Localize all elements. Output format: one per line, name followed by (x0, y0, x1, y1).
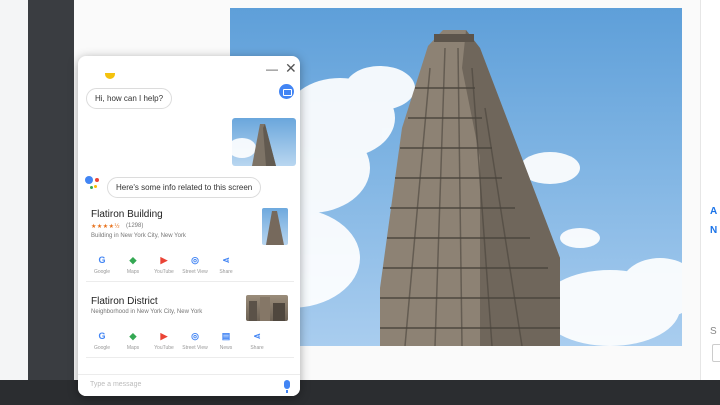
minimize-icon[interactable]: — (266, 62, 278, 76)
street-view-icon: ◎ (191, 255, 199, 265)
action-street-view[interactable]: ◎ Street View (181, 330, 209, 351)
action-youtube[interactable]: ▶ YouTube (150, 254, 178, 275)
maps-icon: ◆ (129, 331, 137, 341)
message-input[interactable]: Type a message (90, 381, 141, 388)
right-column (700, 0, 720, 380)
card-subtitle: Neighborhood in New York City, New York (91, 309, 203, 315)
card-thumbnail (246, 295, 288, 321)
action-maps[interactable]: ◆ Maps (119, 330, 147, 351)
action-google[interactable]: G Google (88, 254, 116, 275)
screenshot-thumbnail[interactable] (232, 118, 296, 166)
card-subtitle: Building in New York City, New York (91, 233, 186, 239)
youtube-icon: ▶ (160, 255, 168, 265)
action-share[interactable]: ⋖ Share (212, 254, 240, 275)
action-maps[interactable]: ◆ Maps (119, 254, 147, 275)
rating-count: (1298) (126, 223, 144, 229)
close-icon[interactable]: ✕ (285, 60, 297, 77)
share-icon: ⋖ (222, 255, 230, 265)
google-icon: G (98, 255, 106, 265)
maps-icon: ◆ (129, 255, 137, 265)
left-frame (0, 0, 28, 405)
side-label-s: S (710, 326, 717, 337)
side-link-a[interactable]: A (710, 206, 717, 217)
action-youtube[interactable]: ▶ YouTube (150, 330, 178, 351)
action-street-view[interactable]: ◎ Street View (181, 254, 209, 275)
message-input-row[interactable]: Type a message (78, 374, 300, 396)
share-icon: ⋖ (253, 331, 261, 341)
assistant-info-bubble: Here's some info related to this screen (107, 177, 262, 198)
thumbnail-building-illustration (232, 124, 276, 166)
action-google[interactable]: G Google (88, 330, 116, 351)
card-thumbnail (262, 208, 288, 245)
card-title: Flatiron District (91, 296, 158, 307)
google-assistant-icon (85, 176, 105, 192)
assistant-greeting-bubble: Hi, how can I help? (86, 88, 173, 109)
youtube-icon: ▶ (160, 331, 168, 341)
rating-stars: ★★★★½ (91, 224, 121, 230)
action-share[interactable]: ⋖ Share (243, 330, 271, 351)
assistant-panel: — ✕ Hi, how can I help? Here's some info… (78, 56, 300, 396)
microphone-icon[interactable] (284, 380, 290, 393)
side-input-box[interactable] (712, 344, 720, 362)
result-card-flatiron-building[interactable]: Flatiron Building ★★★★½ (1298) Building … (86, 202, 294, 282)
street-view-icon: ◎ (191, 331, 199, 341)
assistant-indicator-icon (105, 73, 115, 79)
keyboard-icon[interactable] (279, 84, 294, 99)
dark-sidebar-strip (28, 0, 74, 405)
news-icon: ▤ (221, 331, 231, 341)
side-link-n[interactable]: N (710, 225, 717, 236)
google-icon: G (98, 331, 106, 341)
action-news[interactable]: ▤ News (212, 330, 240, 351)
card-title: Flatiron Building (91, 209, 163, 220)
result-card-flatiron-district[interactable]: Flatiron District Neighborhood in New Yo… (86, 290, 294, 358)
